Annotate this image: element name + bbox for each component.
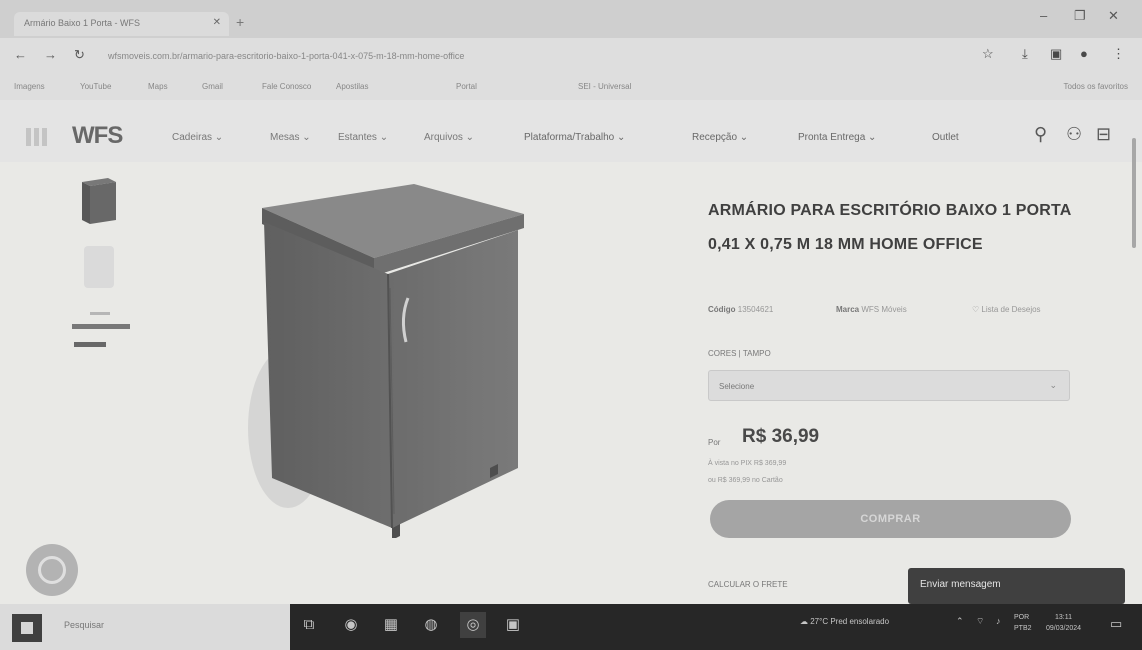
bookmark-item[interactable]: Maps: [148, 82, 168, 91]
notification-icon[interactable]: ▭: [1110, 616, 1122, 632]
product-thumbnail[interactable]: [84, 246, 114, 288]
nav-item[interactable]: Pronta Entrega ⌄: [798, 132, 876, 143]
price-prefix: Por: [708, 438, 721, 447]
bookmark-item[interactable]: Gmail: [202, 82, 223, 91]
site-header: [0, 100, 1142, 162]
option-label: CORES | TAMPO: [708, 349, 771, 358]
product-thumbnail[interactable]: [78, 176, 118, 226]
tab-title: Armário Baixo 1 Porta - WFS: [24, 18, 141, 28]
thumbnail-label: [74, 342, 106, 347]
thumbnail-indicator: [90, 312, 110, 315]
shipping-calculator-label: CALCULAR O FRETE: [708, 580, 788, 589]
store-icon[interactable]: ▦: [378, 612, 404, 638]
weather-widget[interactable]: ☁ 27°C Pred ensolarado: [800, 617, 889, 626]
bookmark-item[interactable]: Portal: [456, 82, 477, 91]
bookmarks-bar: [0, 74, 1142, 100]
photos-icon[interactable]: ▣: [500, 612, 526, 638]
color-select[interactable]: Selecione ⌄: [708, 370, 1070, 401]
nav-item[interactable]: Recepção ⌄: [692, 132, 748, 143]
nav-item[interactable]: Arquivos ⌄: [424, 132, 474, 143]
product-image: [248, 184, 524, 538]
taskbar-search-input[interactable]: Pesquisar: [64, 620, 104, 630]
bookmark-item[interactable]: Imagens: [14, 82, 45, 91]
chevron-down-icon: ⌄: [1049, 380, 1057, 390]
back-icon[interactable]: ←: [14, 47, 27, 62]
new-tab-icon[interactable]: +: [236, 14, 244, 30]
account-icon[interactable]: ⚇: [1066, 124, 1082, 145]
nav-item[interactable]: Estantes ⌄: [338, 132, 388, 143]
card-price: ou R$ 369,99 no Cartão: [708, 477, 783, 484]
heart-icon: ♡: [972, 305, 980, 314]
product-code: Código 13504621: [708, 305, 774, 314]
volume-icon[interactable]: ♪: [996, 616, 1001, 626]
other-bookmarks[interactable]: Todos os favoritos: [1064, 82, 1128, 91]
product-brand: Marca WFS Móveis: [836, 305, 907, 314]
task-view-icon[interactable]: ⧉: [296, 612, 322, 638]
send-message-popup[interactable]: Enviar mensagem: [908, 568, 1125, 604]
network-icon[interactable]: ⌔: [976, 616, 984, 627]
forward-icon[interactable]: →: [44, 47, 57, 62]
page-scrollbar[interactable]: [1132, 138, 1136, 248]
chat-widget-button[interactable]: [26, 544, 78, 596]
url-input[interactable]: wfsmoveis.com.br/armario-para-escritorio…: [108, 51, 668, 61]
product-title: ARMÁRIO PARA ESCRITÓRIO BAIXO 1 PORTA 0,…: [708, 202, 1071, 253]
pix-price: À vista no PIX R$ 369,99: [708, 460, 787, 467]
browser-tab[interactable]: Armário Baixo 1 Porta - WFS ✕: [14, 12, 229, 36]
nav-item[interactable]: Plataforma/Trabalho ⌄: [524, 132, 625, 143]
extension-icon[interactable]: ▣: [1050, 46, 1062, 62]
taskbar-clock[interactable]: 13:11 09/03/2024: [1046, 612, 1081, 634]
bookmark-item[interactable]: SEI - Universal: [578, 82, 631, 91]
buy-button[interactable]: COMPRAR: [710, 500, 1071, 538]
bookmark-item[interactable]: Fale Conosco: [262, 82, 311, 91]
profile-icon[interactable]: ●: [1080, 46, 1088, 61]
minimize-icon[interactable]: –: [1040, 8, 1047, 23]
search-icon[interactable]: ⚲: [1034, 124, 1047, 145]
edge-icon[interactable]: ◉: [338, 612, 364, 638]
bookmark-item[interactable]: YouTube: [80, 82, 111, 91]
nav-item[interactable]: Outlet: [932, 132, 959, 143]
browser-app-icon[interactable]: ◎: [460, 612, 486, 638]
reload-icon[interactable]: ↻: [74, 47, 85, 63]
thumbnail-label: [72, 324, 130, 329]
nav-item[interactable]: Mesas ⌄: [270, 132, 311, 143]
menu-grid-icon[interactable]: [26, 128, 48, 146]
download-icon[interactable]: ⤓: [1022, 46, 1028, 62]
bookmark-item[interactable]: Apostilas: [336, 82, 368, 91]
browser-menu-icon[interactable]: ⋮: [1112, 46, 1125, 62]
site-logo[interactable]: WFS: [72, 122, 123, 150]
product-price: R$ 36,99: [742, 426, 820, 447]
chat-icon: [38, 556, 66, 584]
cart-icon[interactable]: ⊟: [1096, 124, 1111, 145]
start-button[interactable]: [12, 614, 42, 642]
wishlist-link[interactable]: ♡ Lista de Desejos: [972, 305, 1041, 314]
close-window-icon[interactable]: ✕: [1108, 8, 1119, 24]
close-tab-icon[interactable]: ✕: [213, 17, 221, 28]
chrome-icon[interactable]: ◍: [418, 612, 444, 638]
nav-item[interactable]: Cadeiras ⌄: [172, 132, 223, 143]
maximize-icon[interactable]: ❐: [1074, 8, 1086, 24]
language-indicator[interactable]: POR PTB2: [1014, 612, 1032, 634]
select-value: Selecione: [719, 382, 755, 391]
tray-chevron-icon[interactable]: ⌃: [956, 616, 964, 627]
star-icon[interactable]: ☆: [982, 46, 994, 62]
taskbar-search-area: [0, 604, 290, 650]
